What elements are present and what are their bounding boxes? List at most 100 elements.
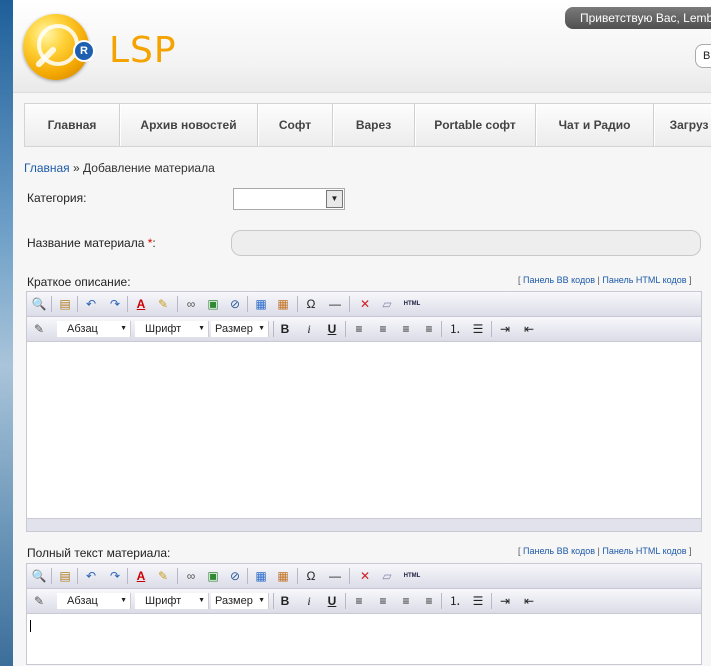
underline-button[interactable]: U (324, 321, 340, 337)
paste-icon[interactable]: ▤ (57, 568, 73, 584)
full-panels-links: [ Панель BB кодов | Панель HTML кодов ] (518, 546, 692, 556)
horizontal-rule-icon[interactable]: — (327, 296, 343, 312)
nav-item-warez[interactable]: Варез (333, 104, 415, 146)
toolbar-separator (345, 321, 346, 337)
find-icon[interactable]: 🔍 (31, 568, 47, 584)
align-justify-icon[interactable]: ≡ (421, 593, 437, 609)
bb-codes-panel-link[interactable]: Панель BB кодов (523, 546, 595, 556)
anchor-icon[interactable]: ⊘ (227, 568, 243, 584)
unordered-list-icon[interactable]: ☰ (470, 321, 486, 337)
eraser-icon[interactable]: ▱ (379, 296, 395, 312)
nav-item-soft[interactable]: Софт (258, 104, 333, 146)
align-right-icon[interactable]: ≡ (398, 321, 414, 337)
paragraph-select[interactable]: Абзац ▼ (57, 321, 131, 337)
link-icon[interactable]: ∞ (183, 296, 199, 312)
nav-item-chat-radio[interactable]: Чат и Радио (536, 104, 654, 146)
breadcrumb-home-link[interactable]: Главная (24, 161, 70, 175)
redo-icon[interactable]: ↷ (107, 296, 123, 312)
ordered-list-icon[interactable]: ⒈ (447, 593, 463, 609)
anchor-icon[interactable]: ⊘ (227, 296, 243, 312)
align-right-icon[interactable]: ≡ (398, 593, 414, 609)
toolbar-separator (297, 296, 298, 312)
edit-icon[interactable]: ✎ (31, 593, 47, 609)
size-select[interactable]: Размер ▼ (211, 321, 269, 337)
toolbar-separator (177, 296, 178, 312)
editor-resize-handle[interactable] (27, 518, 701, 531)
nav-item-downloads[interactable]: Загруз (654, 104, 711, 146)
full-text-label: Полный текст материала: (27, 546, 171, 560)
indent-icon[interactable]: ⇥ (497, 321, 513, 337)
align-center-icon[interactable]: ≡ (375, 593, 391, 609)
remove-format-icon[interactable]: ✕ (357, 568, 373, 584)
underline-button[interactable]: U (324, 593, 340, 609)
toolbar-separator (51, 568, 52, 584)
nav-item-portable-soft[interactable]: Portable софт (415, 104, 536, 146)
editor-toolbar-bottom: ✎ Абзац ▼ Шрифт ▼ Размер ▼ B i U ≡ ≡ ≡ ≡ ⒈ … (27, 317, 701, 342)
html-source-icon[interactable]: HTML (401, 568, 423, 584)
full-text-textarea[interactable] (27, 614, 701, 664)
special-char-icon[interactable]: Ω (303, 568, 319, 584)
bold-button[interactable]: B (277, 321, 293, 337)
header-login-button[interactable]: В (695, 44, 711, 68)
text-color-icon[interactable]: A (133, 296, 149, 312)
eraser-icon[interactable]: ▱ (379, 568, 395, 584)
short-description-textarea[interactable] (27, 342, 701, 518)
table-icon[interactable]: ▦ (253, 296, 269, 312)
outdent-icon[interactable]: ⇤ (521, 593, 537, 609)
site-logo-icon[interactable]: R (23, 14, 95, 80)
nav-item-home[interactable]: Главная (25, 104, 120, 146)
special-char-icon[interactable]: Ω (303, 296, 319, 312)
short-panels-links: [ Панель BB кодов | Панель HTML кодов ] (518, 275, 692, 285)
bb-codes-panel-link[interactable]: Панель BB кодов (523, 275, 595, 285)
image-icon[interactable]: ▣ (205, 568, 221, 584)
italic-button[interactable]: i (301, 321, 317, 337)
undo-icon[interactable]: ↶ (83, 568, 99, 584)
breadcrumb-current: Добавление материала (83, 161, 215, 175)
image-icon[interactable]: ▣ (205, 296, 221, 312)
toolbar-separator (77, 568, 78, 584)
find-icon[interactable]: 🔍 (31, 296, 47, 312)
undo-icon[interactable]: ↶ (83, 296, 99, 312)
table-edit-icon[interactable]: ▦ (275, 296, 291, 312)
remove-format-icon[interactable]: ✕ (357, 296, 373, 312)
chevron-down-icon: ▼ (198, 325, 205, 332)
html-source-icon[interactable]: HTML (401, 296, 423, 312)
unordered-list-icon[interactable]: ☰ (470, 593, 486, 609)
ordered-list-icon[interactable]: ⒈ (447, 321, 463, 337)
link-icon[interactable]: ∞ (183, 568, 199, 584)
title-input[interactable] (231, 230, 701, 256)
indent-icon[interactable]: ⇥ (497, 593, 513, 609)
chevron-down-icon: ▼ (120, 597, 127, 604)
nav-item-news-archive[interactable]: Архив новостей (120, 104, 258, 146)
table-edit-icon[interactable]: ▦ (275, 568, 291, 584)
chevron-down-icon[interactable]: ▼ (326, 190, 343, 208)
site-logo-text[interactable]: LSP (109, 30, 177, 71)
paragraph-select[interactable]: Абзац ▼ (57, 593, 131, 609)
horizontal-rule-icon[interactable]: — (327, 568, 343, 584)
outdent-icon[interactable]: ⇤ (521, 321, 537, 337)
edit-icon[interactable]: ✎ (31, 321, 47, 337)
align-left-icon[interactable]: ≡ (351, 321, 367, 337)
html-codes-panel-link[interactable]: Панель HTML кодов (602, 275, 686, 285)
align-center-icon[interactable]: ≡ (375, 321, 391, 337)
bold-button[interactable]: B (277, 593, 293, 609)
size-select[interactable]: Размер ▼ (211, 593, 269, 609)
table-icon[interactable]: ▦ (253, 568, 269, 584)
html-codes-panel-link[interactable]: Панель HTML кодов (602, 546, 686, 556)
highlight-color-icon[interactable]: ✎ (155, 296, 171, 312)
italic-button[interactable]: i (301, 593, 317, 609)
toolbar-separator (297, 568, 298, 584)
text-color-icon[interactable]: A (133, 568, 149, 584)
toolbar-separator (345, 593, 346, 609)
redo-icon[interactable]: ↷ (107, 568, 123, 584)
paste-icon[interactable]: ▤ (57, 296, 73, 312)
align-justify-icon[interactable]: ≡ (421, 321, 437, 337)
paragraph-select-value: Абзац (67, 323, 98, 335)
chevron-down-icon: ▼ (258, 597, 265, 604)
short-description-editor: 🔍 ▤ ↶ ↷ A ✎ ∞ ▣ ⊘ ▦ ▦ Ω — ✕ ▱ HTML ✎ Абз… (26, 291, 702, 532)
font-select[interactable]: Шрифт ▼ (135, 593, 209, 609)
category-select[interactable]: ▼ (233, 188, 345, 210)
align-left-icon[interactable]: ≡ (351, 593, 367, 609)
font-select[interactable]: Шрифт ▼ (135, 321, 209, 337)
highlight-color-icon[interactable]: ✎ (155, 568, 171, 584)
